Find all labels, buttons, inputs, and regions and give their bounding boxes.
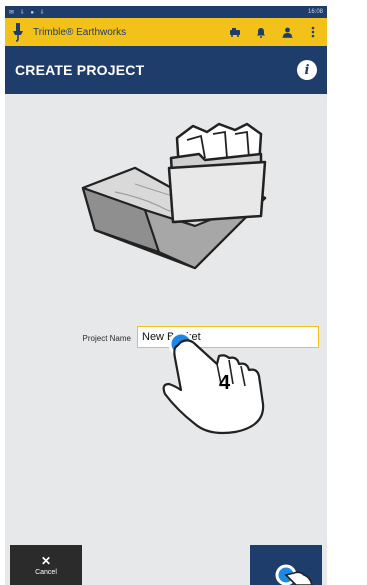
confirm-touch-hand-icon [275, 564, 313, 585]
machine-icon[interactable] [225, 22, 245, 42]
close-icon: ✕ [40, 553, 52, 568]
confirm-button[interactable] [250, 545, 322, 585]
step-number: 4 [219, 372, 231, 394]
project-name-label: Project Name [82, 334, 131, 343]
bell-icon[interactable] [251, 22, 271, 42]
status-icons: ✉ ⇩ ● ⇩ [9, 9, 47, 16]
device-screen: ✉ ⇩ ● ⇩ 16:08 Trimble® Earthworks CREATE… [5, 6, 327, 585]
project-name-input[interactable] [137, 326, 319, 348]
user-icon[interactable] [277, 22, 297, 42]
cancel-button[interactable]: ✕ Cancel [10, 545, 82, 585]
title-bar: CREATE PROJECT i [5, 46, 327, 94]
status-bar: ✉ ⇩ ● ⇩ 16:08 [5, 6, 327, 18]
project-folder-illustration [81, 122, 267, 270]
info-icon[interactable]: i [297, 60, 317, 80]
trimble-logo-icon [13, 23, 23, 42]
status-time: 16:08 [307, 9, 323, 15]
app-bar: Trimble® Earthworks [5, 18, 327, 46]
page-title: CREATE PROJECT [15, 62, 145, 78]
cancel-label: Cancel [35, 568, 57, 576]
more-vert-icon[interactable] [303, 22, 323, 42]
app-title: Trimble® Earthworks [33, 26, 127, 38]
